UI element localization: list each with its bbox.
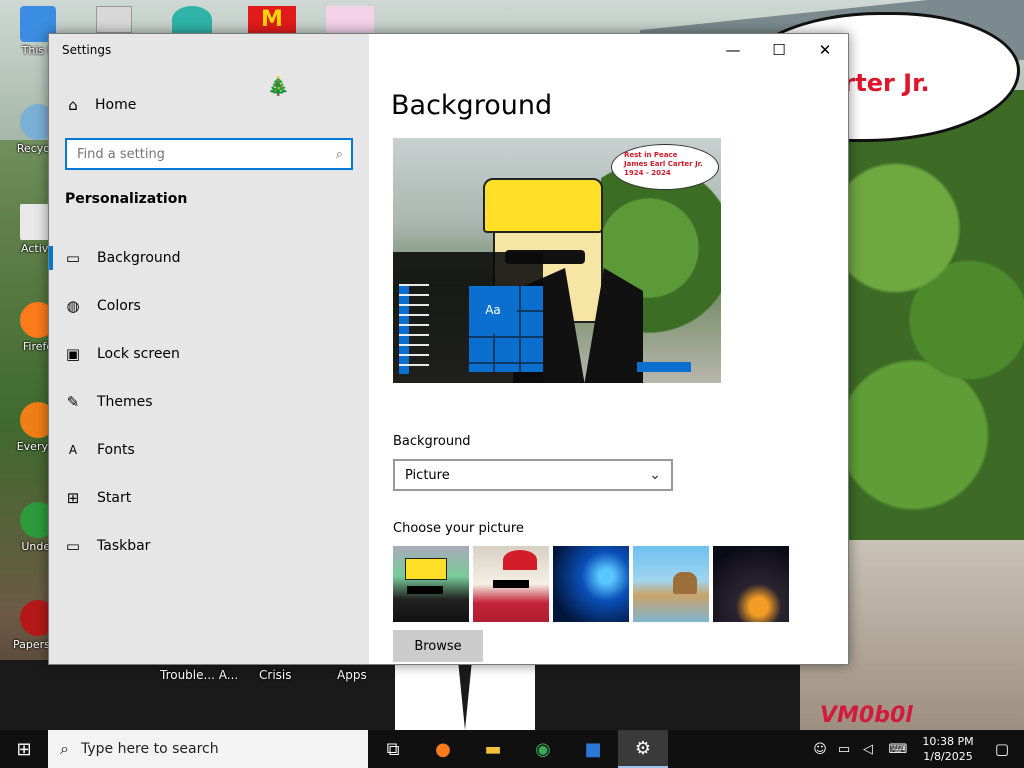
nav-home[interactable]: ⌂ Home [65,96,136,114]
taskbar-icon: ▭ [65,537,81,555]
preview-accent-strip [637,362,691,372]
settings-window: Settings 🎄 ⌂ Home ⌕ Personalization ▭ Ba… [48,33,849,665]
background-preview: Rest in Peace James Earl Carter Jr. 1924… [393,138,721,383]
nav-item-start[interactable]: ⊞ Start [49,474,369,522]
nav-item-colors[interactable]: ◍ Colors [49,282,369,330]
nav-item-label: Fonts [97,442,135,458]
desktop-icon-mcdonalds[interactable]: M [248,6,296,33]
nav-item-lock-screen[interactable]: ▣ Lock screen [49,330,369,378]
nav-item-label: Taskbar [97,538,151,554]
nav-item-label: Start [97,490,132,506]
nav-home-label: Home [95,97,137,113]
nav-item-fonts[interactable]: A Fonts [49,426,369,474]
wallpaper-watermark: VM0b0l [820,703,913,728]
choose-picture-label: Choose your picture [393,521,524,536]
nav-item-label: Themes [97,394,153,410]
tree-cursor-icon: 🎄 [267,76,290,97]
preview-tile-aa: Aa [469,286,517,334]
keyboard-icon[interactable]: ⌨ [880,742,916,757]
preview-speech-bubble: Rest in Peace James Earl Carter Jr. 1924… [611,144,719,190]
search-icon: ⌕ [335,146,343,162]
preview-hat [483,178,603,233]
desktop-label-troubleshoot[interactable]: Trouble... A... [160,668,238,682]
palette-icon: ◍ [66,297,80,315]
system-tray: ☺ ▭ ◁ ⌨ 10:38 PM 1/8/2025 ▢ [808,730,1024,768]
desktop-icon-top-2[interactable] [172,6,212,33]
taskbar-settings[interactable]: ⚙ [618,730,668,768]
nav-item-label: Background [97,250,181,266]
clock-date: 1/8/2025 [923,750,973,763]
store-icon: ■ [584,738,602,760]
nav-item-label: Colors [97,298,141,314]
picture-thumbnail-4[interactable] [633,546,709,622]
close-button[interactable]: ✕ [802,34,848,66]
themes-icon: ✎ [66,393,80,411]
find-setting-search[interactable]: ⌕ [65,138,353,170]
nav-item-taskbar[interactable]: ▭ Taskbar [49,522,369,570]
firefox-icon: ● [435,738,451,760]
home-icon: ⌂ [68,96,78,114]
dropdown-value: Picture [405,467,450,483]
personalization-nav-list: ▭ Background ◍ Colors ▣ Lock screen ✎ Th… [49,234,369,570]
background-type-dropdown[interactable]: Picture ⌄ [393,459,673,491]
chevron-down-icon: ⌄ [649,467,661,483]
nav-item-label: Lock screen [97,346,180,362]
picture-thumbnail-2[interactable] [473,546,549,622]
clock-time: 10:38 PM [922,735,974,748]
search-input[interactable] [77,146,336,162]
taskbar-file-explorer[interactable]: ▬ [468,730,518,768]
window-title: Settings [62,43,112,57]
taskbar: ⊞ ⌕ ⧉ ● ▬ ◉ ■ ⚙ ☺ ▭ ◁ ⌨ 10:38 PM 1/8/202… [0,730,1024,768]
picture-icon: ▭ [65,249,81,267]
notification-center-icon[interactable]: ▢ [980,740,1024,758]
taskbar-store[interactable]: ■ [568,730,618,768]
settings-content-pane: — ☐ ✕ Background Rest in Peace James Ear… [369,34,848,664]
picture-thumbnail-3[interactable] [553,546,629,622]
chrome-icon: ◉ [535,738,551,760]
preview-menu-lines [399,284,429,374]
minimize-button[interactable]: — [710,34,756,66]
preview-bubble-line-3: 1924 - 2024 [624,169,671,177]
network-icon[interactable]: ▭ [832,742,856,757]
people-icon[interactable]: ☺ [808,742,832,757]
picture-thumbnail-5[interactable] [713,546,789,622]
clock[interactable]: 10:38 PM 1/8/2025 [916,734,980,764]
maximize-button[interactable]: ☐ [756,34,802,66]
picture-thumbnail-1[interactable] [393,546,469,622]
desktop-icon-top-4[interactable] [326,6,374,33]
wallpaper-trees [840,90,1024,550]
fonts-icon: A [68,443,78,457]
taskbar-search-input[interactable] [80,741,341,757]
picture-thumbnails [393,546,789,622]
start-icon: ⊞ [66,489,80,507]
settings-nav-pane: Settings 🎄 ⌂ Home ⌕ Personalization ▭ Ba… [49,34,369,664]
desktop-label-apps[interactable]: Apps [337,668,367,682]
volume-muted-icon[interactable]: ◁ [856,742,880,757]
start-button[interactable]: ⊞ [0,730,48,768]
desktop-icon-top-1[interactable] [96,6,132,33]
browse-button[interactable]: Browse [393,630,483,662]
desktop-label-crisis[interactable]: Crisis [259,668,291,682]
windows-logo-icon: ⊞ [16,738,32,760]
task-view-button[interactable]: ⧉ [368,730,418,768]
lock-screen-icon: ▣ [65,345,81,363]
search-icon: ⌕ [60,739,69,758]
background-label: Background [393,434,471,449]
nav-item-background[interactable]: ▭ Background [49,234,369,282]
preview-bubble-line-1: Rest in Peace [624,151,678,159]
taskbar-search[interactable]: ⌕ [48,730,368,768]
preview-bubble-line-2: James Earl Carter Jr. [624,160,703,168]
page-title: Background [391,90,553,121]
section-title: Personalization [65,191,188,207]
settings-icon: ⚙ [634,737,652,759]
taskbar-chrome[interactable]: ◉ [518,730,568,768]
nav-item-themes[interactable]: ✎ Themes [49,378,369,426]
task-view-icon: ⧉ [386,738,400,760]
file-explorer-icon: ▬ [484,738,502,760]
taskbar-firefox[interactable]: ● [418,730,468,768]
